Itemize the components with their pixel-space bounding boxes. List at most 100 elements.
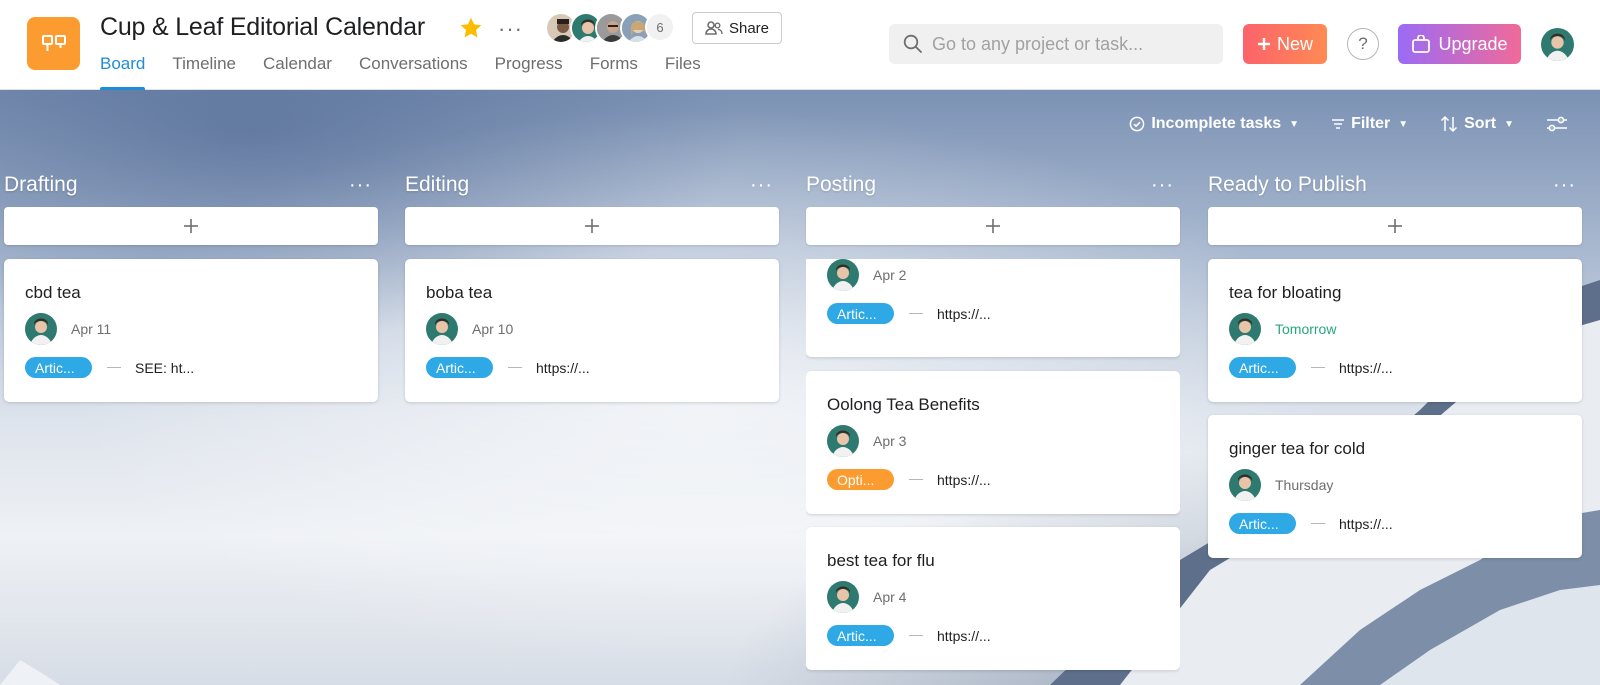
customize-board-button[interactable] [1546, 115, 1568, 133]
board-column: Posting ··· Apr 2 Artic... https://... O… [806, 170, 1180, 679]
due-date[interactable]: Thursday [1275, 477, 1333, 493]
task-title: tea for bloating [1229, 283, 1342, 302]
column-more-icon[interactable]: ··· [1553, 174, 1576, 197]
column-more-icon[interactable]: ··· [750, 174, 773, 197]
due-date[interactable]: Tomorrow [1275, 321, 1336, 337]
project-more-icon[interactable]: ··· [498, 16, 523, 42]
user-avatar[interactable] [1541, 28, 1574, 61]
filter-dropdown[interactable]: Filter ▼ [1331, 115, 1408, 133]
member-count-badge[interactable]: 6 [645, 12, 675, 42]
help-button[interactable]: ? [1347, 28, 1379, 60]
people-icon [705, 21, 723, 35]
tab-progress[interactable]: Progress [495, 54, 563, 90]
custom-field-link: https://... [1339, 359, 1393, 376]
due-date[interactable]: Apr 3 [873, 433, 906, 449]
assignee-avatar[interactable] [25, 313, 57, 345]
upgrade-label: Upgrade [1438, 33, 1508, 54]
assignee-avatar[interactable] [827, 581, 859, 613]
column-title[interactable]: Drafting [4, 173, 78, 197]
tab-conversations[interactable]: Conversations [359, 54, 468, 90]
search-input[interactable] [932, 33, 1212, 55]
search-bar[interactable] [889, 24, 1223, 64]
project-header: Cup & Leaf Editorial Calendar ··· 6 Shar… [0, 0, 1600, 90]
add-task-button[interactable] [405, 207, 779, 245]
new-label: New [1276, 33, 1313, 54]
column-header: Ready to Publish ··· [1208, 170, 1582, 200]
favorite-star-icon[interactable] [458, 15, 484, 41]
task-card[interactable]: boba tea Apr 10 Artic... https://... [405, 259, 779, 402]
chevron-down-icon: ▼ [1504, 118, 1514, 130]
task-card[interactable]: tea for bloating Tomorrow Artic... https… [1208, 259, 1582, 402]
assignee-avatar[interactable] [827, 425, 859, 457]
tag-article[interactable]: Artic... [827, 625, 894, 646]
due-date[interactable]: Apr 10 [472, 321, 513, 337]
due-date[interactable]: Apr 2 [873, 267, 906, 283]
add-task-button[interactable] [4, 207, 378, 245]
task-title: cbd tea [25, 283, 81, 302]
plus-icon [986, 219, 1000, 233]
check-circle-icon [1129, 116, 1145, 132]
due-date[interactable]: Apr 4 [873, 589, 906, 605]
task-title: boba tea [426, 283, 493, 302]
filter-label: Filter [1351, 115, 1391, 132]
plus-icon [585, 219, 599, 233]
column-header: Drafting ··· [4, 170, 378, 200]
custom-field-link: https://... [937, 305, 991, 322]
due-date[interactable]: Apr 11 [71, 321, 111, 337]
plus-icon [1388, 219, 1402, 233]
task-card[interactable]: Apr 2 Artic... https://... [806, 259, 1180, 357]
upgrade-button[interactable]: Upgrade [1398, 24, 1521, 64]
board-area: Incomplete tasks ▼ Filter ▼ Sort ▼ Draft… [0, 90, 1600, 685]
project-members[interactable]: 6 [545, 12, 675, 44]
assignee-avatar[interactable] [827, 259, 859, 291]
assignee-avatar[interactable] [1229, 313, 1261, 345]
share-button[interactable]: Share [692, 12, 782, 44]
new-button[interactable]: New [1243, 24, 1327, 64]
task-card[interactable]: cbd tea Apr 11 Artic... SEE: ht... [4, 259, 378, 402]
task-card[interactable]: Oolong Tea Benefits Apr 3 Opti... https:… [806, 371, 1180, 514]
tab-files[interactable]: Files [665, 54, 701, 90]
divider [909, 479, 923, 480]
board-icon [41, 34, 66, 51]
custom-field-link: SEE: ht... [135, 359, 195, 376]
tag-article[interactable]: Artic... [827, 303, 894, 324]
sort-icon [1441, 116, 1458, 132]
project-tabs: Board Timeline Calendar Conversations Pr… [100, 54, 728, 90]
column-more-icon[interactable]: ··· [349, 174, 372, 197]
project-title[interactable]: Cup & Leaf Editorial Calendar [100, 13, 425, 42]
divider [107, 367, 121, 368]
sliders-icon [1547, 116, 1567, 132]
board-column: Drafting ··· cbd tea Apr 11 Artic... SEE… [4, 170, 378, 402]
board-project-icon[interactable] [27, 17, 80, 70]
task-card[interactable]: best tea for flu Apr 4 Artic... https://… [806, 527, 1180, 670]
tab-forms[interactable]: Forms [590, 54, 638, 90]
tag-article[interactable]: Artic... [1229, 513, 1296, 534]
column-title[interactable]: Posting [806, 173, 876, 197]
board-toolbar: Incomplete tasks ▼ Filter ▼ Sort ▼ [1129, 112, 1600, 136]
assignee-avatar[interactable] [426, 313, 458, 345]
sort-dropdown[interactable]: Sort ▼ [1440, 115, 1514, 133]
tag-article[interactable]: Artic... [426, 357, 493, 378]
tag-article[interactable]: Artic... [25, 357, 92, 378]
custom-field-link: https://... [1339, 515, 1393, 532]
tag-option[interactable]: Opti... [827, 469, 894, 490]
task-title: Oolong Tea Benefits [827, 395, 980, 414]
column-title[interactable]: Editing [405, 173, 469, 197]
add-task-button[interactable] [806, 207, 1180, 245]
sort-label: Sort [1464, 115, 1497, 132]
tab-calendar[interactable]: Calendar [263, 54, 332, 90]
column-more-icon[interactable]: ··· [1151, 174, 1174, 197]
task-title: best tea for flu [827, 551, 935, 570]
gift-icon [1412, 35, 1431, 53]
tab-timeline[interactable]: Timeline [172, 54, 236, 90]
task-card[interactable]: ginger tea for cold Thursday Artic... ht… [1208, 415, 1582, 558]
tag-article[interactable]: Artic... [1229, 357, 1296, 378]
assignee-avatar[interactable] [1229, 469, 1261, 501]
plus-icon [184, 219, 198, 233]
incomplete-tasks-dropdown[interactable]: Incomplete tasks ▼ [1129, 115, 1299, 133]
add-task-button[interactable] [1208, 207, 1582, 245]
tab-board[interactable]: Board [100, 54, 146, 90]
column-title[interactable]: Ready to Publish [1208, 173, 1367, 197]
column-header: Editing ··· [405, 170, 779, 200]
incomplete-tasks-label: Incomplete tasks [1151, 115, 1282, 132]
